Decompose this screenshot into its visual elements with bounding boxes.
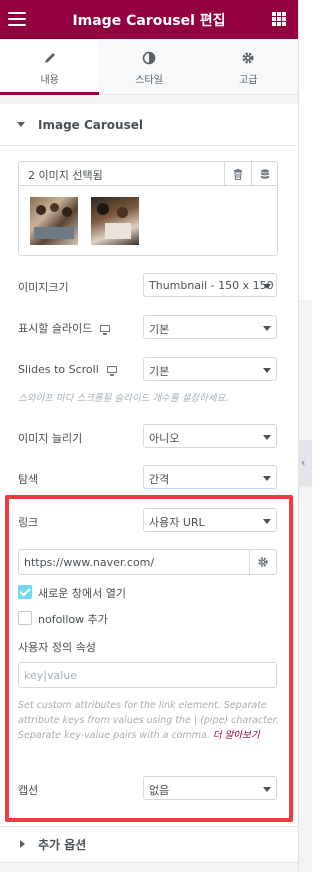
tab-label: 고급 bbox=[239, 75, 258, 86]
tab-content[interactable]: 내용 bbox=[0, 39, 100, 95]
image-stretch-select[interactable]: 아니오 bbox=[143, 424, 277, 448]
new-window-checkbox[interactable] bbox=[18, 585, 32, 599]
navigation-select[interactable]: 간격 bbox=[143, 465, 277, 489]
select-value: 기본 bbox=[149, 365, 170, 378]
canvas-area bbox=[299, 0, 312, 300]
custom-attributes-input[interactable]: key|value bbox=[18, 662, 277, 688]
slides-to-scroll-label: Slides to Scroll bbox=[18, 363, 117, 376]
chevron-down-icon bbox=[263, 476, 271, 481]
chevron-down-icon bbox=[263, 435, 271, 440]
caret-down-icon bbox=[17, 122, 25, 127]
section-additional-options[interactable]: 추가 옵션 bbox=[0, 827, 298, 863]
image-size-label: 이미지크기 bbox=[18, 281, 69, 294]
link-select[interactable]: 사용자 URL bbox=[143, 508, 277, 532]
gear-icon bbox=[199, 51, 298, 67]
gallery-thumbnail[interactable] bbox=[91, 197, 139, 245]
slides-to-scroll-description: 스와이프 마다 스크롤될 슬라이드 개수를 설정하세요. bbox=[18, 393, 229, 404]
custom-attributes-label: 사용자 정의 속성 bbox=[18, 641, 96, 654]
slides-to-show-label: 표시할 슬라이드 bbox=[18, 320, 111, 336]
tab-label: 내용 bbox=[40, 75, 59, 86]
gallery-count: 2 이미지 선택됨 bbox=[28, 169, 103, 182]
chevron-down-icon bbox=[263, 326, 271, 331]
collapse-panel-button[interactable]: ‹ bbox=[298, 440, 312, 486]
tab-style[interactable]: 스타일 bbox=[99, 39, 199, 94]
pencil-icon bbox=[0, 51, 99, 67]
image-stretch-label: 이미지 늘리기 bbox=[18, 432, 83, 445]
caption-select[interactable]: 없음 bbox=[143, 776, 277, 800]
section-title: 추가 옵션 bbox=[38, 838, 87, 852]
separator bbox=[0, 863, 298, 872]
nofollow-checkbox[interactable] bbox=[18, 611, 32, 625]
database-icon[interactable] bbox=[251, 162, 277, 186]
label-text: Slides to Scroll bbox=[18, 363, 99, 376]
desktop-icon[interactable] bbox=[106, 366, 117, 376]
select-value: 아니오 bbox=[149, 432, 180, 445]
desktop-icon[interactable] bbox=[100, 325, 111, 335]
select-value: 기본 bbox=[149, 323, 170, 336]
url-input[interactable]: https://www.naver.com/ bbox=[18, 549, 250, 575]
slides-to-scroll-select[interactable]: 기본 bbox=[143, 357, 277, 381]
select-value: 사용자 URL bbox=[149, 516, 205, 529]
gallery-control[interactable]: 2 이미지 선택됨 bbox=[18, 161, 278, 256]
link-label: 링크 bbox=[18, 516, 39, 529]
panel-title: Image Carousel 편집 bbox=[72, 13, 226, 29]
half-circle-icon bbox=[99, 51, 198, 67]
caption-label: 캡션 bbox=[18, 784, 39, 797]
slides-to-show-select[interactable]: 기본 bbox=[143, 315, 277, 339]
learn-more-link[interactable]: 더 알아보기 bbox=[213, 730, 260, 741]
tab-label: 스타일 bbox=[135, 75, 163, 86]
label-text: 표시할 슬라이드 bbox=[18, 322, 93, 335]
chevron-down-icon bbox=[263, 787, 271, 792]
caret-right-icon bbox=[20, 840, 25, 848]
chevron-down-icon bbox=[263, 284, 271, 289]
select-value: 간격 bbox=[149, 473, 170, 486]
select-value: Thumbnail - 150 x 150 bbox=[149, 279, 274, 292]
chevron-down-icon bbox=[263, 519, 271, 524]
separator bbox=[0, 95, 298, 104]
gallery-toolbar: 2 이미지 선택됨 bbox=[19, 162, 277, 186]
gear-icon[interactable] bbox=[250, 549, 277, 575]
trash-icon[interactable] bbox=[224, 162, 250, 186]
editor-header: Image Carousel 편집 bbox=[0, 0, 298, 39]
chevron-left-icon: ‹ bbox=[301, 456, 306, 469]
chevron-down-icon bbox=[263, 368, 271, 373]
grid-icon[interactable] bbox=[272, 12, 286, 26]
image-size-select[interactable]: Thumbnail - 150 x 150 bbox=[143, 273, 277, 297]
tab-advanced[interactable]: 고급 bbox=[198, 39, 298, 94]
custom-attributes-description: Set custom attributes for the link eleme… bbox=[18, 698, 280, 743]
nofollow-label: nofollow 추가 bbox=[38, 613, 108, 626]
gallery-thumbnail[interactable] bbox=[30, 197, 78, 245]
section-title: Image Carousel bbox=[38, 118, 143, 132]
panel-tabs: 내용 스타일 고급 bbox=[0, 39, 298, 95]
section-image-carousel[interactable]: Image Carousel bbox=[0, 104, 298, 146]
new-window-label: 새로운 창에서 열기 bbox=[38, 587, 126, 600]
highlight-box bbox=[5, 495, 293, 822]
navigation-label: 탐색 bbox=[18, 473, 39, 486]
select-value: 없음 bbox=[149, 784, 170, 797]
